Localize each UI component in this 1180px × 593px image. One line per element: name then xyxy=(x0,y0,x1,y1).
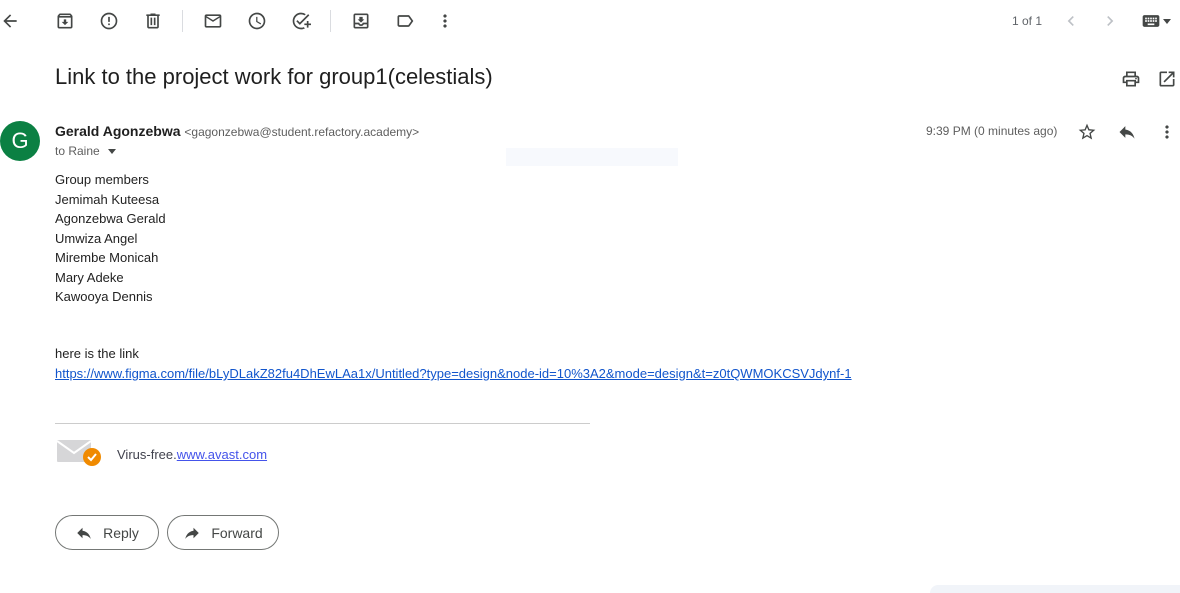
forward-label: Forward xyxy=(211,524,263,541)
forward-button[interactable]: Forward xyxy=(167,515,279,550)
reply-label: Reply xyxy=(103,524,139,541)
timestamp: 9:39 PM (0 minutes ago) xyxy=(926,124,1058,138)
star-icon[interactable] xyxy=(1071,116,1103,148)
body-line: Mary Adeke xyxy=(55,269,124,285)
report-spam-icon[interactable] xyxy=(93,5,125,37)
keyboard-icon[interactable] xyxy=(1136,5,1176,37)
avast-mail-icon xyxy=(57,440,101,466)
body-line: Jemimah Kuteesa xyxy=(55,191,160,207)
more-vert-icon[interactable] xyxy=(429,5,461,37)
chevron-down-icon xyxy=(1163,18,1171,24)
delete-icon[interactable] xyxy=(137,5,169,37)
mark-unread-icon[interactable] xyxy=(197,5,229,37)
open-in-new-window-icon[interactable] xyxy=(1151,63,1180,95)
avatar[interactable]: G xyxy=(0,121,40,161)
chevron-down-icon xyxy=(107,148,116,154)
figma-link[interactable]: https://www.figma.com/file/bLyDLakZ82fu4… xyxy=(55,366,852,381)
body-line: Agonzebwa Gerald xyxy=(55,211,166,226)
back-arrow-icon[interactable] xyxy=(0,5,26,37)
avatar-letter: G xyxy=(11,128,29,153)
sender-line: Gerald Agonzebwa <gagonzebwa@student.ref… xyxy=(55,123,419,139)
recipient-details-toggle[interactable]: to Raine xyxy=(55,144,116,158)
pager-count: 1 of 1 xyxy=(1012,14,1043,28)
email-body: Group members Jemimah Kuteesa Agonzebwa … xyxy=(55,170,166,307)
reply-icon xyxy=(77,527,91,539)
move-to-icon[interactable] xyxy=(345,5,377,37)
print-icon[interactable] xyxy=(1115,63,1147,95)
hover-ghost xyxy=(506,148,678,166)
corner-panel-edge xyxy=(930,585,1180,593)
reply-icon[interactable] xyxy=(1111,116,1143,148)
sender-email: <gagonzebwa@student.refactory.academy> xyxy=(184,125,420,139)
label-icon[interactable] xyxy=(389,5,421,37)
toolbar-divider xyxy=(182,10,183,32)
archive-icon[interactable] xyxy=(49,5,81,37)
body-line: Mirembe Monicah xyxy=(55,250,159,265)
body-line: Group members xyxy=(55,172,149,187)
virus-free-label: Virus-free. xyxy=(117,447,177,462)
toolbar-divider xyxy=(330,10,331,32)
email-subject: Link to the project work for group1(cele… xyxy=(55,64,493,89)
reply-button[interactable]: Reply xyxy=(55,515,159,550)
recipient-label: to Raine xyxy=(55,144,100,158)
chevron-right-icon[interactable] xyxy=(1094,5,1126,37)
body-line: Umwiza Angel xyxy=(55,230,138,246)
signature-divider xyxy=(55,423,590,424)
sender-name[interactable]: Gerald Agonzebwa xyxy=(55,123,181,139)
add-to-tasks-icon[interactable] xyxy=(285,5,317,37)
chevron-left-icon[interactable] xyxy=(1055,5,1087,37)
forward-icon xyxy=(185,527,200,539)
link-intro-text: here is the link xyxy=(55,346,139,361)
virus-free-signature: Virus-free.www.avast.com xyxy=(117,447,267,462)
snooze-icon[interactable] xyxy=(241,5,273,37)
avast-link[interactable]: www.avast.com xyxy=(177,447,267,462)
body-line: Kawooya Dennis xyxy=(55,289,153,304)
more-vert-icon[interactable] xyxy=(1151,116,1180,148)
